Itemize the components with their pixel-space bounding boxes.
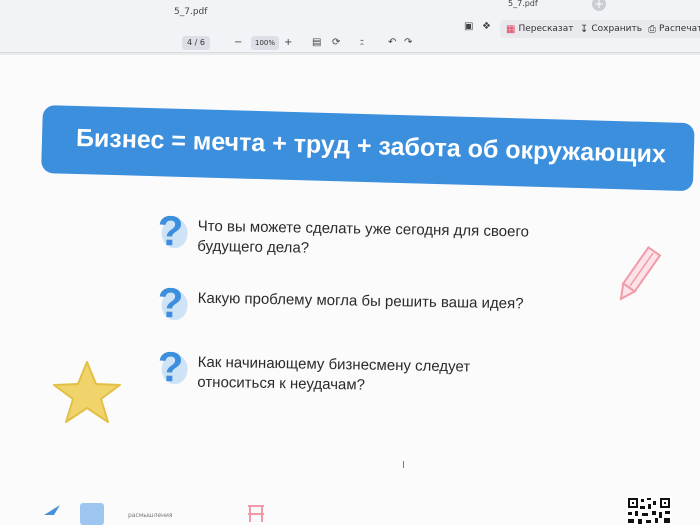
print-icon: ⎙ [648,23,656,35]
question-mark-icon: ? [157,279,184,327]
chair-doodle-icon [248,505,264,522]
footer-caption: расмышления [128,512,173,519]
qr-code-icon [626,496,672,525]
new-tab-button[interactable]: + [592,0,606,11]
question-text: Что вы можете сделать уже сегодня для св… [197,211,529,263]
question-mark-icon: ? [157,343,184,391]
retell-button[interactable]: ▦ Пересказать [500,20,585,38]
page-indicator[interactable]: 4 / 6 [182,36,210,50]
question-text: Какую проблему могла бы решить ваша идея… [198,283,524,315]
arrow-logo-icon [44,505,60,515]
save-button[interactable]: ↧ Сохранить [574,20,649,38]
text-select-icon[interactable]: ⹆ [360,36,364,50]
download-icon: ↧ [580,23,589,35]
blue-tile-icon [80,503,104,525]
pdf-viewer-toolbar: 5_7.pdf 5_7.pdf + ▣ ❖ ▦ Пересказать ↧ Со… [0,0,700,53]
print-label: Распечатат [659,24,700,34]
slide-title: Бизнес = мечта + труд + забота об окружа… [75,123,667,169]
retell-icon: ▦ [506,23,516,35]
zoom-level[interactable]: 100% [251,36,280,50]
retell-label: Пересказать [518,24,579,34]
zoom-in-button[interactable]: + [284,36,292,50]
question-line: Какую проблему могла бы решить ваша идея… [197,289,524,313]
browser-tab-title[interactable]: 5_7.pdf [508,0,538,8]
reading-mode-icon[interactable]: ▣ [464,20,473,34]
text-cursor-icon: I [402,460,405,471]
bookmark-icon[interactable]: ❖ [482,20,491,34]
save-label: Сохранить [591,24,643,34]
file-title: 5_7.pdf [174,7,208,17]
pencil-doodle-icon [619,246,662,301]
question-item-2: ? Какую проблему могла бы решить ваша ид… [157,279,524,330]
star-doodle-icon [53,361,121,423]
question-item-3: ? Как начинающему бизнесмену следует отн… [157,343,470,398]
question-text: Как начинающему бизнесмену следует относ… [197,347,470,398]
redo-icon[interactable]: ↷ [404,36,412,50]
question-mark-icon: ? [157,207,184,255]
rotate-icon[interactable]: ⟳ [332,36,340,50]
question-item-1: ? Что вы можете сделать уже сегодня для … [157,207,529,263]
fit-page-icon[interactable]: ▤ [312,36,321,50]
zoom-out-button[interactable]: − [234,36,242,50]
print-button[interactable]: ⎙ Распечатат [642,20,700,38]
undo-icon[interactable]: ↶ [388,36,396,50]
